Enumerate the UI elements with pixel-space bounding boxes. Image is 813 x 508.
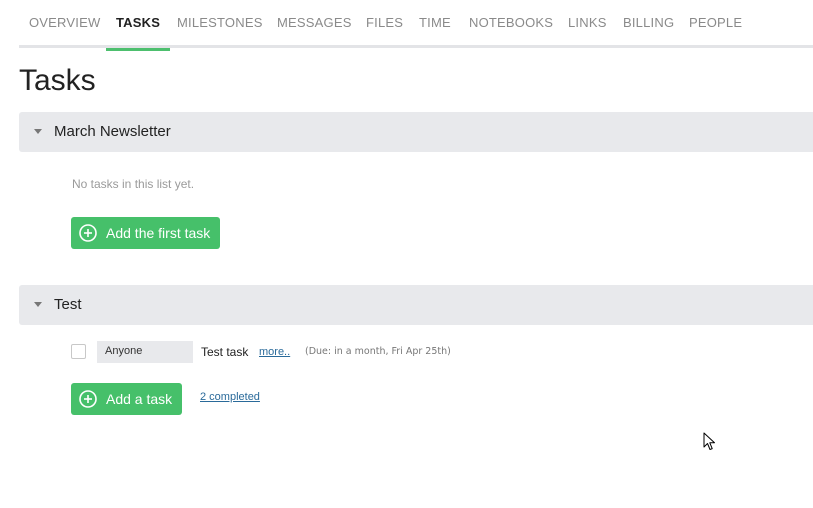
tab-links[interactable]: LINKS bbox=[568, 0, 607, 48]
add-first-task-button[interactable]: Add the first task bbox=[71, 217, 221, 249]
task-name[interactable]: Test task bbox=[201, 341, 248, 363]
task-row: Anyone Test task more.. (Due: in a month… bbox=[71, 341, 771, 363]
task-due-date: (Due: in a month, Fri Apr 25th) bbox=[305, 346, 451, 357]
add-task-label: Add a task bbox=[106, 391, 173, 407]
add-first-task-label: Add the first task bbox=[106, 225, 211, 241]
task-more-link[interactable]: more.. bbox=[259, 341, 290, 363]
page-title: Tasks bbox=[19, 64, 96, 97]
tab-time[interactable]: TIME bbox=[419, 0, 451, 48]
tab-files[interactable]: FILES bbox=[366, 0, 403, 48]
tab-overview[interactable]: OVERVIEW bbox=[29, 0, 100, 48]
plus-circle-icon bbox=[79, 390, 97, 408]
tab-notebooks[interactable]: NOTEBOOKS bbox=[469, 0, 553, 48]
task-list-title: March Newsletter bbox=[54, 123, 171, 140]
completed-tasks-link[interactable]: 2 completed bbox=[200, 391, 260, 403]
plus-circle-icon bbox=[79, 224, 97, 242]
tab-people[interactable]: PEOPLE bbox=[689, 0, 742, 48]
task-list-header-test[interactable]: Test bbox=[19, 285, 813, 325]
add-task-button[interactable]: Add a task bbox=[71, 383, 183, 415]
tab-milestones[interactable]: MILESTONES bbox=[177, 0, 263, 48]
empty-list-message: No tasks in this list yet. bbox=[72, 177, 195, 191]
assignee-field[interactable]: Anyone bbox=[97, 341, 193, 363]
caret-down-icon[interactable] bbox=[34, 302, 42, 307]
tab-billing[interactable]: BILLING bbox=[623, 0, 674, 48]
tab-messages[interactable]: MESSAGES bbox=[277, 0, 352, 48]
tab-tasks[interactable]: TASKS bbox=[105, 0, 171, 51]
task-checkbox[interactable] bbox=[71, 344, 86, 359]
task-list-title: Test bbox=[54, 296, 82, 313]
project-nav: OVERVIEW TASKS MILESTONES MESSAGES FILES… bbox=[19, 0, 813, 51]
mouse-pointer-icon bbox=[703, 432, 715, 450]
caret-down-icon[interactable] bbox=[34, 129, 42, 134]
task-list-header-march-newsletter[interactable]: March Newsletter bbox=[19, 112, 813, 152]
